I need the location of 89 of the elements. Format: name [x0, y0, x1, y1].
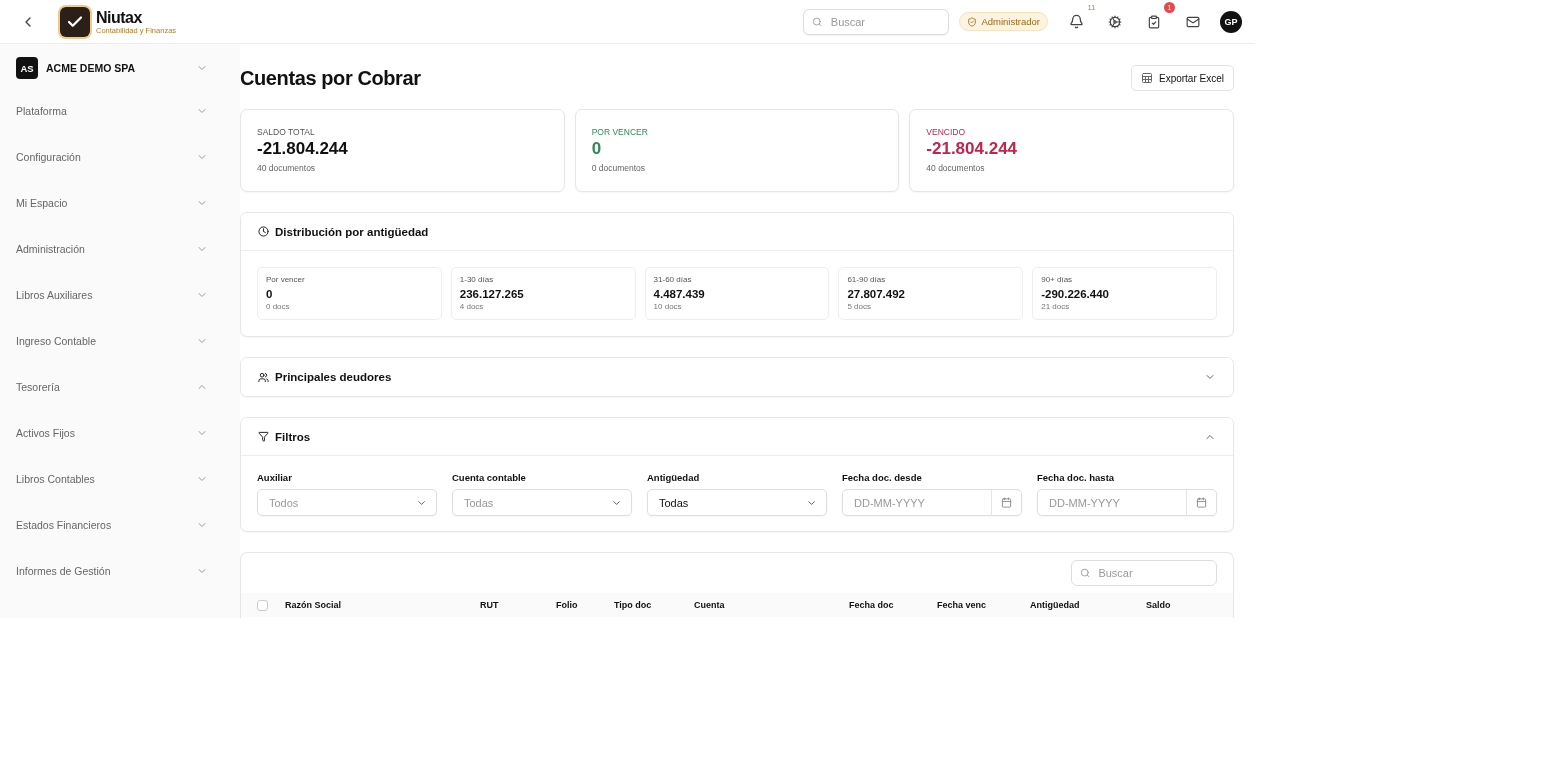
clock-icon: [258, 226, 269, 237]
sidebar-item[interactable]: Mi Espacio: [16, 180, 224, 226]
calendar-icon: [1196, 497, 1207, 508]
column-header[interactable]: Fecha venc: [937, 600, 1030, 610]
mail-icon: [1186, 14, 1200, 29]
bucket-docs: 10 docs: [653, 302, 683, 311]
users-icon: [258, 371, 269, 383]
clipboard-icon: [1147, 14, 1161, 29]
select-input[interactable]: Todas: [462, 495, 611, 510]
sidebar-item[interactable]: Configuración: [16, 134, 224, 180]
sidebar-item[interactable]: Plataforma: [16, 88, 224, 134]
panel-title: Distribución por antigüedad: [275, 225, 430, 238]
filter-label: Auxiliar: [257, 472, 293, 483]
brand-name: Niutax: [96, 8, 143, 26]
calendar-icon: [1001, 497, 1012, 508]
card-label: POR VENCER: [591, 127, 649, 137]
select-field[interactable]: Todas: [452, 489, 632, 516]
sidebar-item[interactable]: Libros Auxiliares: [16, 272, 224, 318]
filters-header[interactable]: Filtros: [241, 418, 1233, 456]
company-name: ACME DEMO SPA: [46, 62, 137, 74]
filter-label: Fecha doc. desde: [842, 472, 923, 483]
bucket-value: -290.226.440: [1041, 288, 1110, 300]
company-initials: AS: [16, 57, 38, 79]
gear-icon: [1108, 14, 1122, 29]
filter-label: Antigüedad: [647, 472, 701, 483]
bucket-value: 4.487.439: [653, 288, 706, 300]
search-field[interactable]: Buscar: [803, 8, 950, 35]
bucket-value: 236.127.265: [459, 288, 525, 300]
sidebar-item[interactable]: Informes de Gestión: [16, 548, 224, 594]
select-field[interactable]: Todos: [257, 489, 437, 516]
date-input[interactable]: DD-MM-YYYY: [1047, 495, 1186, 510]
card-detail: 40 documentos: [926, 163, 986, 173]
card-value: -21.804.244: [926, 139, 1019, 159]
bell-icon: [1068, 14, 1084, 29]
sidebar-item[interactable]: Administración: [16, 226, 224, 272]
date-field[interactable]: DD-MM-YYYY: [1037, 489, 1217, 516]
column-header[interactable]: Saldo: [1146, 600, 1233, 610]
export-button[interactable]: Exportar Excel: [1130, 65, 1234, 91]
card-detail: 0 documentos: [591, 163, 647, 173]
page-title: Cuentas por Cobrar: [240, 66, 421, 90]
sidebar-item[interactable]: Activos Fijos: [16, 410, 224, 456]
column-header[interactable]: Folio: [556, 600, 614, 610]
column-header[interactable]: Fecha doc: [849, 600, 937, 610]
bucket-docs: 5 docs: [847, 302, 872, 311]
select-field[interactable]: Todas: [647, 489, 827, 516]
bucket-label: 31-60 días: [653, 275, 693, 284]
card-label: VENCIDO: [926, 127, 967, 137]
bucket-value: 0: [266, 288, 274, 300]
column-header[interactable]: Razón Social: [285, 600, 480, 610]
bucket-docs: 21 docs: [1041, 302, 1071, 311]
bucket-label: 1-30 días: [459, 275, 495, 284]
column-header[interactable]: Antigüedad: [1030, 600, 1146, 610]
search-icon: [1080, 567, 1091, 579]
search-input[interactable]: Buscar: [1096, 566, 1208, 580]
sidebar-item[interactable]: Libros Contables: [16, 456, 224, 502]
bucket-docs: 4 docs: [459, 302, 485, 311]
company-switcher[interactable]: AS ACME DEMO SPA: [16, 56, 224, 80]
column-header[interactable]: Cuenta: [694, 600, 849, 610]
date-field[interactable]: DD-MM-YYYY: [842, 489, 1022, 516]
select-input[interactable]: Todas: [657, 495, 806, 510]
spreadsheet-icon: [1140, 72, 1153, 84]
search-icon: [812, 15, 823, 28]
sidebar-item[interactable]: Estados Financieros: [16, 502, 224, 548]
column-header[interactable]: Tipo doc: [614, 600, 694, 610]
sidebar-item[interactable]: Tesorería: [16, 364, 224, 410]
debtors-header[interactable]: Principales deudores: [241, 358, 1233, 396]
user-avatar[interactable]: GP: [1220, 10, 1242, 33]
logo-icon: [60, 6, 90, 37]
select-all-checkbox[interactable]: [257, 599, 268, 611]
filter-label: Cuenta contable: [452, 472, 527, 483]
bucket-label: Por vencer: [266, 275, 306, 284]
role-badge: Administrador: [959, 12, 1048, 31]
shield-icon: [967, 16, 978, 27]
table-search-field[interactable]: Buscar: [1071, 560, 1217, 586]
card-value: 0: [591, 139, 603, 159]
sidebar-item[interactable]: Ingreso Contable: [16, 318, 224, 364]
bucket-docs: 0 docs: [266, 302, 291, 311]
column-header[interactable]: RUT: [480, 600, 556, 610]
filter-label: Fecha doc. hasta: [1037, 472, 1116, 483]
bucket-label: 90+ días: [1041, 275, 1074, 284]
card-detail: 40 documentos: [257, 163, 317, 173]
card-label: SALDO TOTAL: [257, 127, 316, 137]
bucket-value: 27.807.492: [847, 288, 906, 300]
search-input[interactable]: Buscar: [828, 14, 941, 29]
bucket-label: 61-90 días: [847, 275, 887, 284]
filter-icon: [258, 431, 269, 442]
select-input[interactable]: Todos: [267, 495, 416, 510]
card-value: -21.804.244: [257, 139, 349, 159]
date-input[interactable]: DD-MM-YYYY: [852, 495, 991, 510]
